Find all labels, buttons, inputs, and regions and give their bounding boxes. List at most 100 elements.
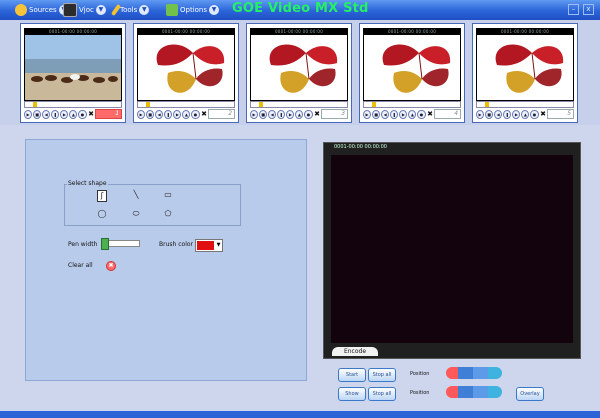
record-icon[interactable]: ● [304, 109, 313, 119]
segment-icon[interactable] [473, 386, 488, 398]
sources-icon [15, 4, 27, 16]
pause-icon[interactable]: ❚ [277, 109, 286, 119]
pause-icon[interactable]: ❚ [164, 109, 173, 119]
eject-icon[interactable]: ▲ [295, 109, 304, 119]
minimize-button[interactable]: – [568, 4, 579, 15]
close-button[interactable]: x [583, 4, 594, 15]
play-icon[interactable]: ▶ [137, 109, 146, 119]
rewind-icon[interactable]: ◀ [268, 109, 277, 119]
camera-slot-2[interactable]: 0001-00:00 00:00:00 ▶ ■ ◀ ❚ ▶ ▲ ● ✖ 2 [133, 23, 239, 123]
record-icon[interactable]: ● [530, 109, 539, 119]
camera-1-controls: ▶ ■ ◀ ❚ ▶ ▲ ● ✖ 1 [24, 109, 123, 119]
rewind-icon[interactable]: ◀ [155, 109, 164, 119]
eject-icon[interactable]: ▲ [182, 109, 191, 119]
prev-icon[interactable] [446, 386, 458, 398]
menu-tools[interactable]: Tools ▼ [110, 3, 150, 17]
close-icon[interactable]: ✖ [540, 110, 547, 118]
segment-icon[interactable] [458, 367, 473, 379]
polygon-icon[interactable]: ⬠ [163, 209, 173, 219]
stop-icon[interactable]: ■ [146, 109, 155, 119]
eject-icon[interactable]: ▲ [521, 109, 530, 119]
forward-icon[interactable]: ▶ [399, 109, 408, 119]
play-icon[interactable]: ▶ [476, 109, 485, 119]
forward-icon[interactable]: ▶ [60, 109, 69, 119]
camera-5-progress[interactable] [476, 101, 574, 108]
rewind-icon[interactable]: ◀ [42, 109, 51, 119]
segment-icon[interactable] [458, 386, 473, 398]
camera-5-number[interactable]: 5 [547, 109, 575, 119]
menu-vjoc[interactable]: Vjoc ▼ [63, 3, 106, 17]
stop-icon[interactable]: ■ [33, 109, 42, 119]
record-icon[interactable]: ● [78, 109, 87, 119]
close-icon[interactable]: ✖ [314, 110, 321, 118]
slider-knob[interactable] [101, 238, 109, 250]
record-icon[interactable]: ● [417, 109, 426, 119]
preview-panel: 0001-00:00 00:00:00 Encode [323, 142, 581, 359]
camera-2-number[interactable]: 2 [208, 109, 236, 119]
pause-icon[interactable]: ❚ [390, 109, 399, 119]
menu-tools-label: Tools [120, 6, 138, 14]
forward-icon[interactable]: ▶ [286, 109, 295, 119]
menu-sources[interactable]: Sources ▼ [15, 3, 69, 17]
forward-icon[interactable]: ▶ [512, 109, 521, 119]
overlay-button[interactable]: Overlay [516, 387, 544, 401]
segment-icon[interactable] [473, 367, 488, 379]
stop-all-button[interactable]: Stop all [368, 368, 396, 382]
camera-3-screen[interactable]: 0001-00:00 00:00:00 [250, 28, 348, 101]
ellipse-icon[interactable]: ⬭ [131, 209, 141, 219]
preview-screen[interactable] [331, 155, 573, 343]
progress-marker [485, 102, 489, 107]
next-icon[interactable] [488, 386, 502, 398]
show-button[interactable]: Show [338, 387, 366, 401]
menu-options[interactable]: Options ▼ [166, 3, 220, 17]
line-icon[interactable]: ╲ [131, 190, 141, 200]
camera-slot-5[interactable]: 0001-00:00 00:00:00 ▶ ■ ◀ ❚ ▶ ▲ ● ✖ 5 [472, 23, 578, 123]
stop-icon[interactable]: ■ [259, 109, 268, 119]
camera-slot-3[interactable]: 0001-00:00 00:00:00 ▶ ■ ◀ ❚ ▶ ▲ ● ✖ 3 [246, 23, 352, 123]
camera-1-number[interactable]: 1 [95, 109, 123, 119]
brush-color-select[interactable]: ▼ [195, 239, 223, 252]
next-icon[interactable] [488, 367, 502, 379]
start-button[interactable]: Start [338, 368, 366, 382]
camera-2-progress[interactable] [137, 101, 235, 108]
position-control-2[interactable] [446, 386, 502, 398]
camera-3-progress[interactable] [250, 101, 348, 108]
camera-4-number[interactable]: 4 [434, 109, 462, 119]
camera-4-screen[interactable]: 0001-00:00 00:00:00 [363, 28, 461, 101]
close-icon[interactable]: ✖ [201, 110, 208, 118]
pause-icon[interactable]: ❚ [503, 109, 512, 119]
circle-icon[interactable]: ◯ [97, 209, 107, 219]
rectangle-icon[interactable]: ▭ [163, 190, 173, 200]
progress-marker [259, 102, 263, 107]
pen-width-slider[interactable] [101, 238, 140, 250]
play-icon[interactable]: ▶ [250, 109, 259, 119]
clear-all-icon[interactable]: ✖ [106, 261, 116, 271]
camera-5-screen[interactable]: 0001-00:00 00:00:00 [476, 28, 574, 101]
play-icon[interactable]: ▶ [24, 109, 33, 119]
prev-icon[interactable] [446, 367, 458, 379]
camera-1-screen[interactable]: 0001-00:00 00:00:00 [24, 28, 122, 101]
forward-icon[interactable]: ▶ [173, 109, 182, 119]
camera-3-number[interactable]: 3 [321, 109, 349, 119]
record-icon[interactable]: ● [191, 109, 200, 119]
tab-encode[interactable]: Encode [332, 347, 378, 356]
close-icon[interactable]: ✖ [88, 110, 95, 118]
camera-slot-1[interactable]: 0001-00:00 00:00:00 ▶ ■ ◀ ❚ ▶ ▲ ● ✖ 1 [20, 23, 126, 123]
position-control-1[interactable] [446, 367, 502, 379]
stop-all-button-2[interactable]: Stop all [368, 387, 396, 401]
camera-5-controls: ▶ ■ ◀ ❚ ▶ ▲ ● ✖ 5 [476, 109, 575, 119]
rewind-icon[interactable]: ◀ [381, 109, 390, 119]
camera-1-progress[interactable] [24, 101, 122, 108]
camera-4-progress[interactable] [363, 101, 461, 108]
rewind-icon[interactable]: ◀ [494, 109, 503, 119]
play-icon[interactable]: ▶ [363, 109, 372, 119]
camera-2-screen[interactable]: 0001-00:00 00:00:00 [137, 28, 235, 101]
stop-icon[interactable]: ■ [485, 109, 494, 119]
stop-icon[interactable]: ■ [372, 109, 381, 119]
close-icon[interactable]: ✖ [427, 110, 434, 118]
eject-icon[interactable]: ▲ [69, 109, 78, 119]
camera-slot-4[interactable]: 0001-00:00 00:00:00 ▶ ■ ◀ ❚ ▶ ▲ ● ✖ 4 [359, 23, 465, 123]
freehand-icon[interactable]: ʃ [97, 190, 107, 202]
pause-icon[interactable]: ❚ [51, 109, 60, 119]
eject-icon[interactable]: ▲ [408, 109, 417, 119]
